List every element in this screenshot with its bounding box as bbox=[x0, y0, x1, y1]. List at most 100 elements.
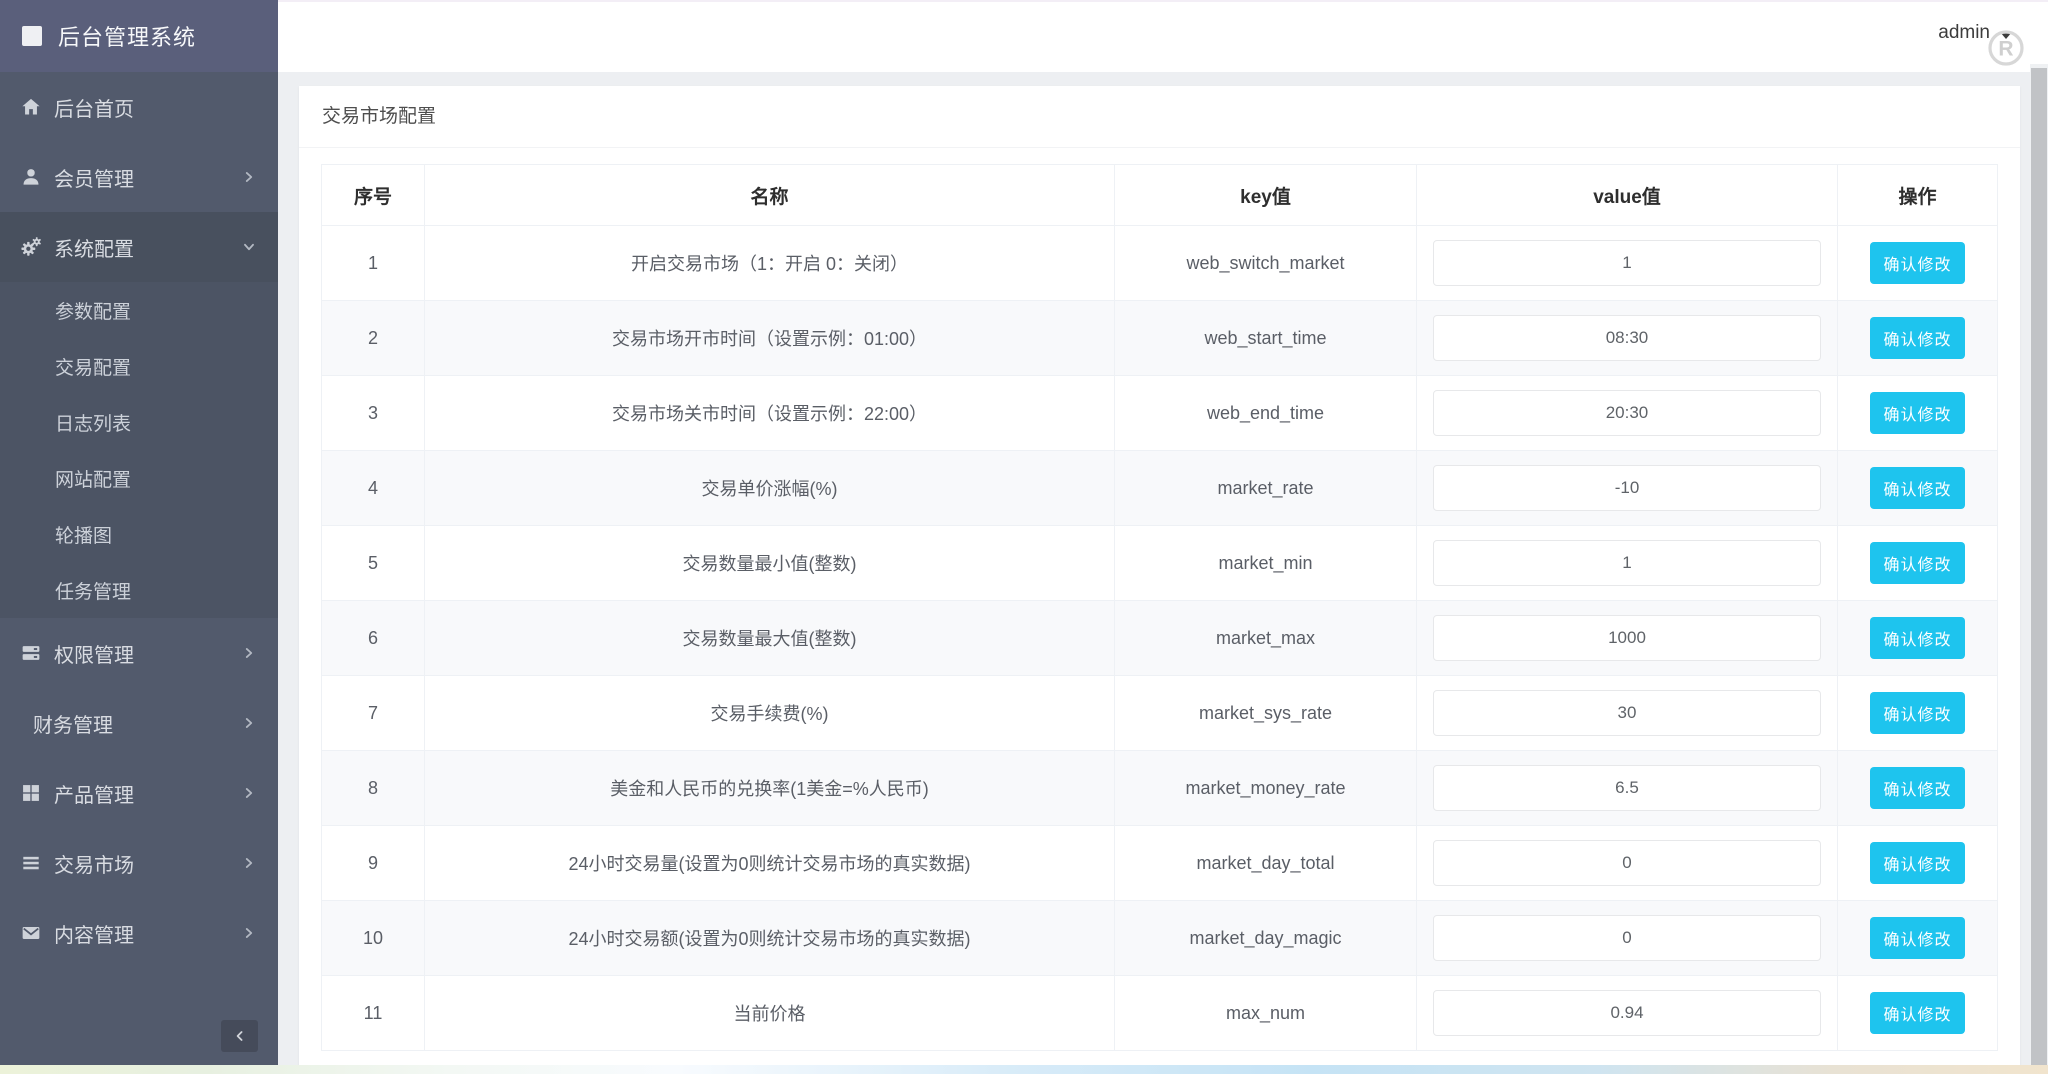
user-icon bbox=[20, 166, 42, 188]
config-key-cell: market_day_magic bbox=[1114, 900, 1417, 976]
table-header-row: 序号 名称 key值 value值 操作 bbox=[321, 164, 1998, 226]
sidebar-subitem-carousel[interactable]: 轮播图 bbox=[0, 506, 278, 562]
sidebar-subitem-site-config[interactable]: 网站配置 bbox=[0, 450, 278, 506]
sidebar-header: 后台管理系统 bbox=[0, 0, 278, 72]
confirm-edit-button[interactable]: 确认修改 bbox=[1870, 317, 1965, 359]
page-card: 交易市场配置 序号 名称 key值 value值 操作 1 开启交易市场（1：开… bbox=[299, 86, 2020, 1074]
value-input[interactable] bbox=[1433, 840, 1821, 886]
config-key-cell: web_start_time bbox=[1114, 300, 1417, 376]
table-row: 10 24小时交易额(设置为0则统计交易市场的真实数据) market_day_… bbox=[321, 900, 1998, 976]
chevron-right-icon bbox=[240, 644, 258, 662]
sidebar-item-permissions[interactable]: 权限管理 bbox=[0, 618, 278, 688]
sidebar-item-products[interactable]: 产品管理 bbox=[0, 758, 278, 828]
server-stack-icon bbox=[20, 642, 42, 664]
confirm-edit-button[interactable]: 确认修改 bbox=[1870, 542, 1965, 584]
app-logo-icon bbox=[22, 26, 42, 46]
confirm-edit-button[interactable]: 确认修改 bbox=[1870, 617, 1965, 659]
config-value-cell bbox=[1416, 975, 1838, 1051]
chevron-left-icon bbox=[232, 1028, 248, 1044]
sidebar-item-system-config[interactable]: 系统配置 bbox=[0, 212, 278, 282]
sidebar-item-members[interactable]: 会员管理 bbox=[0, 142, 278, 212]
column-header-no: 序号 bbox=[321, 164, 425, 226]
confirm-edit-button[interactable]: 确认修改 bbox=[1870, 842, 1965, 884]
value-input[interactable] bbox=[1433, 240, 1821, 286]
sidebar-item-finance[interactable]: 财务管理 bbox=[0, 688, 278, 758]
value-input[interactable] bbox=[1433, 765, 1821, 811]
column-header-key: key值 bbox=[1114, 164, 1417, 226]
home-icon bbox=[20, 96, 42, 118]
sidebar-item-label: 内容管理 bbox=[54, 924, 134, 947]
row-index-cell: 10 bbox=[321, 900, 425, 976]
system-config-submenu: 参数配置 交易配置 日志列表 网站配置 轮播图 任务管理 bbox=[0, 282, 278, 618]
row-index-cell: 6 bbox=[321, 600, 425, 676]
value-input[interactable] bbox=[1433, 390, 1821, 436]
sidebar-subitem-trade-config[interactable]: 交易配置 bbox=[0, 338, 278, 394]
sidebar-subitem-param-config[interactable]: 参数配置 bbox=[0, 282, 278, 338]
value-input[interactable] bbox=[1433, 990, 1821, 1036]
user-menu[interactable]: admin bbox=[1938, 22, 1990, 44]
sidebar-item-market[interactable]: 交易市场 bbox=[0, 828, 278, 898]
config-key-cell: max_num bbox=[1114, 975, 1417, 1051]
config-value-cell bbox=[1416, 525, 1838, 601]
sidebar-item-label: 交易配置 bbox=[55, 357, 132, 379]
action-cell: 确认修改 bbox=[1837, 975, 1998, 1051]
config-key-cell: market_rate bbox=[1114, 450, 1417, 526]
action-cell: 确认修改 bbox=[1837, 225, 1998, 301]
confirm-edit-button[interactable]: 确认修改 bbox=[1870, 467, 1965, 509]
sidebar-item-home[interactable]: 后台首页 bbox=[0, 72, 278, 142]
confirm-edit-button[interactable]: 确认修改 bbox=[1870, 917, 1965, 959]
confirm-edit-button[interactable]: 确认修改 bbox=[1870, 767, 1965, 809]
app-title: 后台管理系统 bbox=[58, 25, 197, 50]
table-row: 4 交易单价涨幅(%) market_rate 确认修改 bbox=[321, 450, 1998, 526]
config-value-cell bbox=[1416, 450, 1838, 526]
value-input[interactable] bbox=[1433, 315, 1821, 361]
list-icon bbox=[20, 852, 42, 874]
confirm-edit-button[interactable]: 确认修改 bbox=[1870, 242, 1965, 284]
value-input[interactable] bbox=[1433, 540, 1821, 586]
value-input[interactable] bbox=[1433, 615, 1821, 661]
value-input[interactable] bbox=[1433, 465, 1821, 511]
config-name-cell: 当前价格 bbox=[424, 975, 1115, 1051]
column-header-name: 名称 bbox=[424, 164, 1115, 226]
row-index-cell: 5 bbox=[321, 525, 425, 601]
confirm-edit-button[interactable]: 确认修改 bbox=[1870, 992, 1965, 1034]
config-value-cell bbox=[1416, 225, 1838, 301]
sidebar-item-label: 交易市场 bbox=[54, 854, 134, 877]
config-value-cell bbox=[1416, 750, 1838, 826]
sidebar-subitem-task-manage[interactable]: 任务管理 bbox=[0, 562, 278, 618]
vertical-scrollbar[interactable] bbox=[2030, 64, 2048, 1074]
config-name-cell: 交易单价涨幅(%) bbox=[424, 450, 1115, 526]
sidebar-item-label: 会员管理 bbox=[54, 168, 134, 191]
chevron-right-icon bbox=[240, 924, 258, 942]
sidebar-item-content[interactable]: 内容管理 bbox=[0, 898, 278, 968]
value-input[interactable] bbox=[1433, 690, 1821, 736]
action-cell: 确认修改 bbox=[1837, 450, 1998, 526]
sidebar-subitem-log-list[interactable]: 日志列表 bbox=[0, 394, 278, 450]
config-value-cell bbox=[1416, 675, 1838, 751]
sidebar-collapse-button[interactable] bbox=[221, 1020, 258, 1052]
config-key-cell: web_switch_market bbox=[1114, 225, 1417, 301]
config-name-cell: 交易市场关市时间（设置示例：22:00） bbox=[424, 375, 1115, 451]
config-table: 序号 名称 key值 value值 操作 1 开启交易市场（1：开启 0：关闭）… bbox=[321, 164, 1998, 1051]
table-row: 5 交易数量最小值(整数) market_min 确认修改 bbox=[321, 525, 1998, 601]
sidebar-item-label: 日志列表 bbox=[55, 413, 132, 435]
action-cell: 确认修改 bbox=[1837, 750, 1998, 826]
table-row: 1 开启交易市场（1：开启 0：关闭） web_switch_market 确认… bbox=[321, 225, 1998, 301]
row-index-cell: 9 bbox=[321, 825, 425, 901]
value-input[interactable] bbox=[1433, 915, 1821, 961]
svg-text:R: R bbox=[1998, 38, 2013, 61]
scrollbar-thumb[interactable] bbox=[2031, 68, 2047, 1066]
confirm-edit-button[interactable]: 确认修改 bbox=[1870, 692, 1965, 734]
config-key-cell: market_max bbox=[1114, 600, 1417, 676]
confirm-edit-button[interactable]: 确认修改 bbox=[1870, 392, 1965, 434]
table-row: 11 当前价格 max_num 确认修改 bbox=[321, 975, 1998, 1051]
envelope-icon bbox=[20, 922, 42, 944]
table-wrap: 序号 名称 key值 value值 操作 1 开启交易市场（1：开启 0：关闭）… bbox=[299, 148, 2020, 1051]
sidebar-item-label: 产品管理 bbox=[54, 784, 134, 807]
config-value-cell bbox=[1416, 900, 1838, 976]
config-name-cell: 美金和人民币的兑换率(1美金=%人民币) bbox=[424, 750, 1115, 826]
sidebar: 后台管理系统 后台首页 会员管理 系统配置 参数配置 交易配置 日志列表 网站配… bbox=[0, 0, 278, 1074]
action-cell: 确认修改 bbox=[1837, 675, 1998, 751]
chevron-right-icon bbox=[240, 854, 258, 872]
action-cell: 确认修改 bbox=[1837, 375, 1998, 451]
